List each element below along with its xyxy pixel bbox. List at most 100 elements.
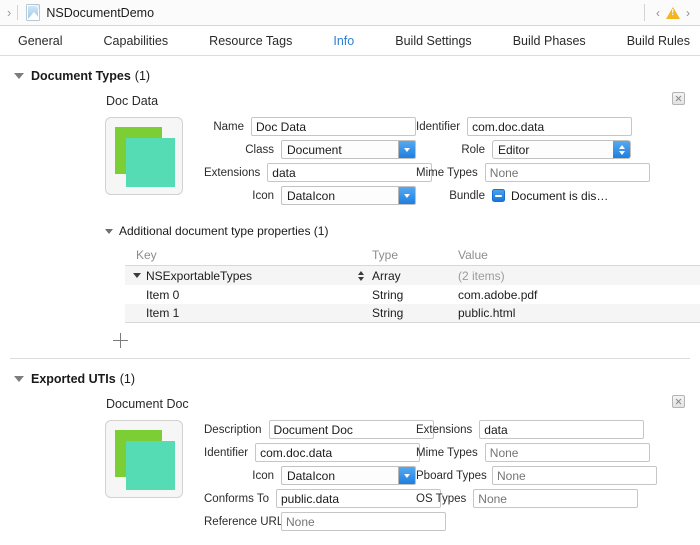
additional-properties-header[interactable]: Additional document type properties (1) [105,223,700,239]
stepper-icon[interactable] [358,271,364,281]
table-cell-type: String [372,306,458,320]
combo-class-value: Document [282,143,398,157]
chevron-up-down-icon [613,141,630,158]
icon-square-front [126,441,175,490]
field-row-reference-url: Reference URL [204,512,416,531]
input-description[interactable] [269,420,434,439]
exported-uti-icon-well[interactable] [105,420,183,498]
warning-triangle-icon[interactable] [666,7,680,19]
field-row-role: Role Editor [416,140,631,159]
exported-uti-right-column: Extensions Mime Types Pboard Types OS Ty… [416,420,631,535]
table-cell-value: public.html [458,306,700,320]
field-row-identifier: Identifier [416,117,631,136]
field-row-conforms-to: Conforms To [204,489,416,508]
table-cell-value: com.adobe.pdf [458,288,700,302]
document-type-right-column: Identifier Role Editor Mime Types Bundle [416,117,631,209]
field-row-icon: Icon DataIcon [204,186,416,205]
field-row-uti-mime-types: Mime Types [416,443,631,462]
label-role: Role [416,144,492,156]
label-uti-extensions: Extensions [416,424,479,436]
label-name: Name [204,121,251,133]
label-bundle: Bundle [416,190,492,202]
input-pboard-types[interactable] [492,466,657,485]
additional-properties-section: Additional document type properties (1) … [0,223,700,323]
field-row-uti-extensions: Extensions [416,420,631,439]
exported-uti-editor: Description Identifier Icon DataIcon Con… [0,420,700,535]
table-cell-key: Item 0 [125,288,372,302]
breadcrumb-bar: › NSDocumentDemo ‹ › [0,0,700,26]
table-cell-key: Item 1 [125,306,372,320]
exported-uti-left-column: Description Identifier Icon DataIcon Con… [204,420,416,535]
checkbox-bundle-mixed[interactable] [492,189,505,202]
combo-icon[interactable]: DataIcon [281,186,416,205]
field-row-bundle: Bundle Document is dis… [416,186,631,205]
disclosure-triangle-icon[interactable] [133,273,141,278]
field-row-mime-types: Mime Types [416,163,631,182]
input-mime-types[interactable] [485,163,650,182]
field-row-uti-identifier: Identifier [204,443,416,462]
label-class: Class [204,144,281,156]
tab-capabilities[interactable]: Capabilities [94,34,179,48]
column-header-type: Type [372,248,458,262]
label-os-types: OS Types [416,493,473,505]
remove-exported-uti-button[interactable] [672,395,685,408]
combo-uti-icon[interactable]: DataIcon [281,466,416,485]
input-uti-identifier[interactable] [255,443,420,462]
table-row[interactable]: Item 0 String com.adobe.pdf [125,285,700,304]
disclosure-triangle-icon[interactable] [14,376,24,382]
input-extensions[interactable] [267,163,432,182]
table-row[interactable]: Item 1 String public.html [125,304,700,323]
input-uti-extensions[interactable] [479,420,644,439]
add-document-type-button[interactable] [113,333,128,348]
tab-info[interactable]: Info [323,34,364,48]
label-uti-identifier: Identifier [204,447,255,459]
document-type-icon-well[interactable] [105,117,183,195]
add-row-container [0,329,700,351]
field-row-class: Class Document [204,140,416,159]
input-uti-mime-types[interactable] [485,443,650,462]
column-header-key: Key [125,248,372,262]
section-count-exported-utis: (1) [120,372,135,386]
label-description: Description [204,424,269,436]
section-title-exported-utis: Exported UTIs [31,372,116,386]
disclosure-triangle-icon[interactable] [14,73,24,79]
section-title-document-types: Document Types [31,69,131,83]
tab-general[interactable]: General [8,34,72,48]
disclosure-triangle-icon[interactable] [105,229,113,234]
table-cell-value: (2 items) [458,269,700,283]
input-identifier[interactable] [467,117,632,136]
section-header-document-types[interactable]: Document Types (1) [0,56,700,84]
table-row[interactable]: NSExportableTypes Array (2 items) [125,266,700,285]
field-row-extensions: Extensions [204,163,416,182]
tab-resource-tags[interactable]: Resource Tags [199,34,302,48]
input-name[interactable] [251,117,416,136]
table-cell-key: NSExportableTypes [125,269,372,283]
label-identifier: Identifier [416,121,467,133]
breadcrumb-chevron-icon[interactable]: › [4,6,17,19]
remove-document-type-button[interactable] [672,92,685,105]
icon-square-front [126,138,175,187]
exported-uti-name-label: Document Doc [0,397,700,411]
tab-bar: General Capabilities Resource Tags Info … [0,26,700,56]
label-reference-url: Reference URL [204,516,281,528]
popup-role[interactable]: Editor [492,140,631,159]
issue-previous-icon[interactable]: ‹ [652,7,664,19]
titlebar-divider [644,4,645,21]
tab-build-settings[interactable]: Build Settings [385,34,481,48]
chevron-down-icon [398,467,415,484]
combo-class[interactable]: Document [281,140,416,159]
additional-properties-title: Additional document type properties (1) [119,224,328,238]
label-mime-types: Mime Types [416,167,485,179]
section-count-document-types: (1) [135,69,150,83]
issue-next-icon[interactable]: › [682,7,694,19]
document-type-editor: Name Class Document Extensions Icon [0,117,700,209]
tab-build-rules[interactable]: Build Rules [617,34,700,48]
additional-properties-table: Key Type Value NSExportableTypes Array (… [125,245,700,323]
label-extensions: Extensions [204,167,267,179]
table-cell-key-text: NSExportableTypes [146,269,252,283]
label-pboard-types: Pboard Types [416,470,492,482]
document-type-left-column: Name Class Document Extensions Icon [204,117,416,209]
tab-build-phases[interactable]: Build Phases [503,34,596,48]
section-header-exported-utis[interactable]: Exported UTIs (1) [0,359,700,387]
input-os-types[interactable] [473,489,638,508]
